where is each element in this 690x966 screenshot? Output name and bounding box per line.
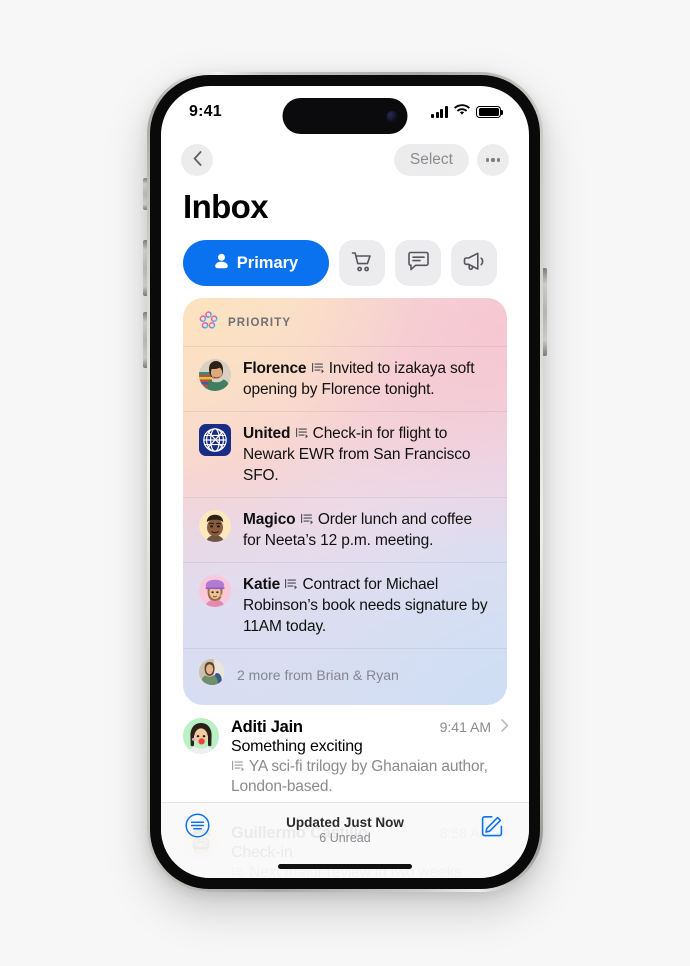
chevron-right-icon[interactable] — [501, 719, 509, 735]
dynamic-island — [282, 98, 408, 134]
back-button[interactable] — [181, 144, 213, 176]
summary-icon — [231, 758, 249, 775]
memoji-avatar-katie — [199, 575, 231, 612]
sync-status: Updated Just Now 6 Unread — [210, 813, 480, 845]
united-airlines-logo — [199, 424, 231, 461]
message-subject: Something exciting — [231, 738, 363, 755]
memoji-avatar-magico — [199, 510, 231, 547]
status-bar: 9:41 — [161, 86, 529, 138]
compose-button[interactable] — [480, 813, 505, 841]
summary-icon — [300, 511, 318, 528]
priority-item-text: Florence Invited to izakaya soft opening… — [243, 358, 491, 400]
more-options-button[interactable] — [477, 144, 509, 176]
photo-avatar-group — [199, 659, 225, 690]
tab-shopping[interactable] — [339, 240, 385, 286]
priority-item-united[interactable]: United Check-in for flight to Newark EWR… — [183, 411, 507, 497]
priority-sender: United — [243, 425, 291, 442]
priority-item-magico[interactable]: Magico Order lunch and coffee for Neeta’… — [183, 497, 507, 562]
tab-primary[interactable]: Primary — [183, 240, 329, 286]
priority-item-text: Katie Contract for Michael Robinson’s bo… — [243, 574, 491, 637]
priority-header: PRIORITY — [183, 298, 507, 346]
status-bar-time: 9:41 — [189, 103, 222, 120]
tab-primary-label: Primary — [236, 253, 299, 272]
person-icon — [214, 253, 229, 274]
priority-sender: Katie — [243, 576, 281, 593]
category-tabs: Primary — [161, 226, 529, 298]
priority-label: PRIORITY — [228, 317, 292, 329]
compose-icon — [480, 816, 505, 841]
front-camera-icon — [386, 110, 398, 122]
select-button[interactable]: Select — [393, 144, 469, 176]
priority-item-katie[interactable]: Katie Contract for Michael Robinson’s bo… — [183, 562, 507, 648]
message-row-aditi-jain[interactable]: Aditi Jain 9:41 AM Something exciting YA… — [161, 705, 529, 810]
status-bar-indicators — [430, 103, 504, 121]
priority-more-row[interactable]: 2 more from Brian & Ryan — [183, 648, 507, 705]
chat-bubble-icon — [407, 251, 430, 275]
nav-bar: Select — [161, 138, 529, 176]
priority-more-label: 2 more from Brian & Ryan — [237, 666, 399, 683]
screenshot-stage: 9:41 Select Inbox Primary PRIORITY Flore… — [0, 0, 690, 966]
priority-sender: Magico — [243, 511, 296, 528]
cart-icon — [351, 251, 374, 276]
priority-item-florence[interactable]: Florence Invited to izakaya soft opening… — [183, 346, 507, 411]
iphone-frame: 9:41 Select Inbox Primary PRIORITY Flore… — [147, 72, 543, 892]
priority-item-text: United Check-in for flight to Newark EWR… — [243, 423, 491, 486]
wifi-icon — [454, 103, 470, 121]
filter-icon — [185, 813, 210, 841]
priority-card[interactable]: PRIORITY Florence Invited to izakaya sof… — [183, 298, 507, 705]
home-indicator[interactable] — [278, 864, 412, 869]
unread-count: 6 Unread — [319, 831, 371, 845]
filter-button[interactable] — [185, 813, 210, 841]
summary-icon — [295, 425, 313, 442]
summary-icon — [311, 360, 329, 377]
page-title: Inbox — [183, 188, 269, 225]
message-body: Aditi Jain 9:41 AM Something exciting YA… — [231, 718, 509, 797]
phone-screen: 9:41 Select Inbox Primary PRIORITY Flore… — [161, 86, 529, 878]
cellular-bars-icon — [430, 106, 448, 118]
megaphone-icon — [463, 251, 486, 275]
priority-item-text: Magico Order lunch and coffee for Neeta’… — [243, 509, 491, 551]
message-snippet-line: YA sci-fi trilogy by Ghanaian author, Lo… — [231, 757, 509, 797]
iphone-bezel: 9:41 Select Inbox Primary PRIORITY Flore… — [150, 75, 540, 889]
memoji-avatar-aditi — [183, 718, 219, 759]
priority-summary: Contract for Michael Robinson’s book nee… — [243, 576, 488, 635]
sync-status-title: Updated Just Now — [286, 815, 404, 830]
battery-full-icon — [476, 105, 504, 119]
tab-promotions[interactable] — [451, 240, 497, 286]
summary-icon — [284, 576, 302, 593]
message-sender: Aditi Jain — [231, 718, 303, 736]
ellipsis-icon — [485, 158, 501, 162]
priority-sender: Florence — [243, 360, 307, 377]
message-snippet: YA sci-fi trilogy by Ghanaian author, Lo… — [231, 758, 488, 795]
message-header: Aditi Jain 9:41 AM — [231, 718, 509, 737]
apple-intelligence-icon — [199, 311, 218, 335]
chevron-left-icon — [193, 151, 202, 169]
photo-avatar-florence — [199, 359, 231, 396]
tab-transactions[interactable] — [395, 240, 441, 286]
message-time: 9:41 AM — [439, 719, 491, 735]
